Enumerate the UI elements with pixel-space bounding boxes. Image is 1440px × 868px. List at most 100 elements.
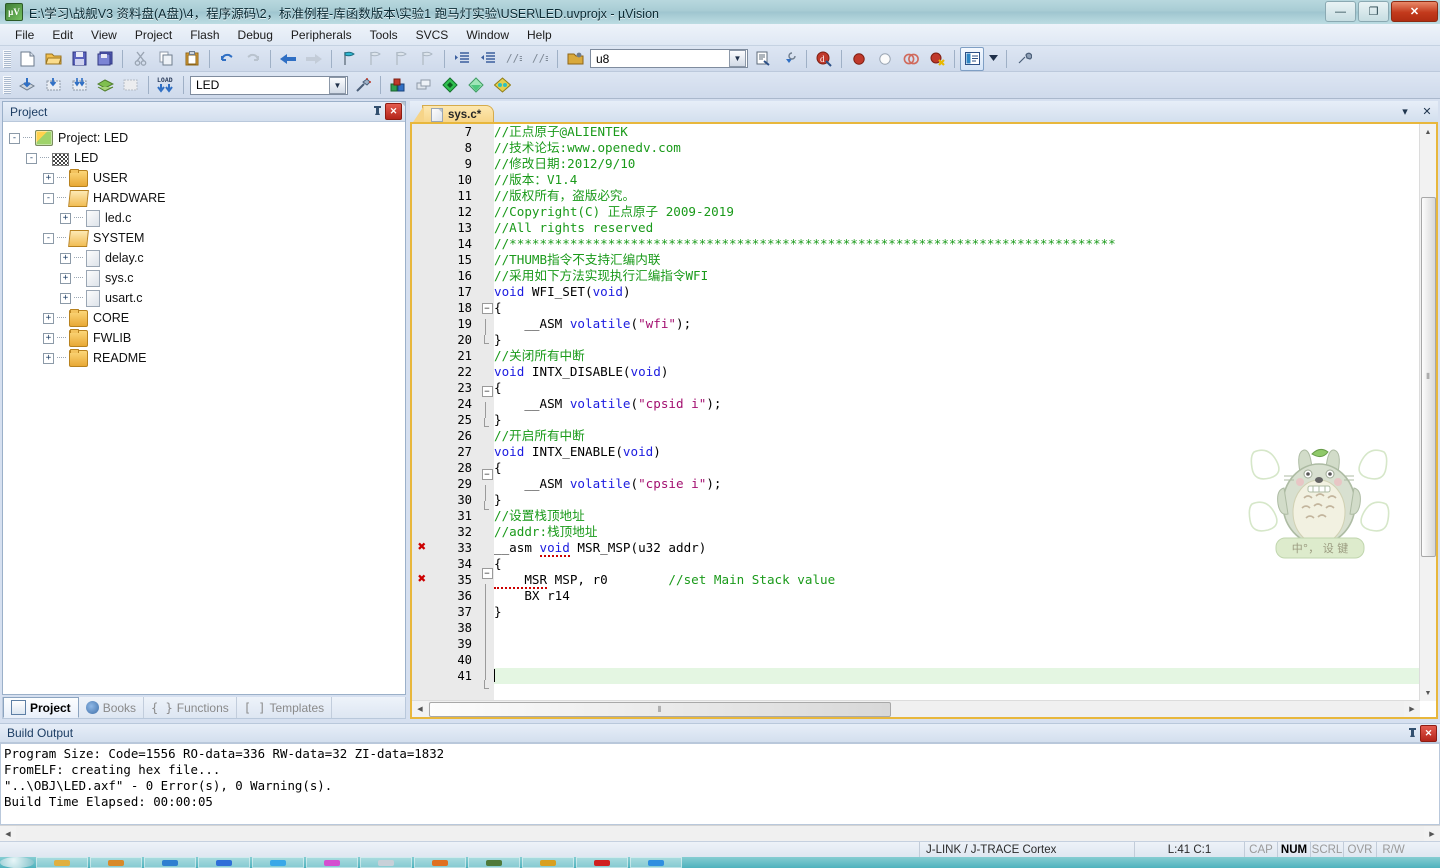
code-line[interactable]: void WFI_SET(void) bbox=[494, 284, 1420, 300]
save-icon[interactable] bbox=[67, 47, 91, 71]
code-line[interactable]: { bbox=[494, 300, 1420, 316]
translate-icon[interactable] bbox=[93, 73, 117, 97]
menu-view[interactable]: View bbox=[82, 26, 126, 44]
code-line[interactable]: } bbox=[494, 332, 1420, 348]
gutter-slot[interactable] bbox=[412, 492, 432, 508]
code-editor[interactable]: ✖ ✖ 7 8 9 10 11 12 13 14 15 16 17 18 19 20 21 22 23 24 25 26… bbox=[410, 122, 1438, 719]
window-dropdown-icon[interactable] bbox=[986, 47, 1001, 71]
gutter-slot[interactable] bbox=[412, 636, 432, 652]
code-line[interactable]: } bbox=[494, 412, 1420, 428]
error-marker-icon[interactable]: ✖ bbox=[412, 540, 432, 556]
start-debug-session-icon[interactable]: d bbox=[812, 47, 836, 71]
rebuild-icon[interactable] bbox=[41, 73, 65, 97]
panel-tab-books[interactable]: Books bbox=[79, 697, 145, 718]
configuration-wizard-icon[interactable] bbox=[1012, 47, 1036, 71]
document-tab-sys-c[interactable]: sys.c* bbox=[411, 105, 495, 124]
editor-tab-dropdown-icon[interactable]: ▾ bbox=[1398, 105, 1412, 118]
taskbar-item[interactable] bbox=[360, 857, 412, 868]
taskbar-item[interactable] bbox=[198, 857, 250, 868]
menu-project[interactable]: Project bbox=[126, 26, 181, 44]
expand-icon[interactable]: + bbox=[43, 352, 54, 364]
tree-item-readme[interactable]: + README bbox=[9, 348, 405, 368]
gutter-slot[interactable] bbox=[412, 268, 432, 284]
target-options-icon[interactable] bbox=[351, 73, 375, 97]
close-button[interactable]: ✕ bbox=[1391, 1, 1438, 22]
close-icon[interactable]: ✕ bbox=[385, 103, 402, 120]
tree-item-core[interactable]: + CORE bbox=[9, 308, 405, 328]
code-line[interactable]: //修改日期:2012/9/10 bbox=[494, 156, 1420, 172]
navigate-forward-icon[interactable] bbox=[302, 47, 326, 71]
code-line[interactable]: //Copyright(C) 正点原子 2009-2019 bbox=[494, 204, 1420, 220]
cut-icon[interactable] bbox=[128, 47, 152, 71]
gutter-slot[interactable] bbox=[412, 524, 432, 540]
toolbar-grip[interactable] bbox=[3, 76, 11, 94]
code-line[interactable] bbox=[494, 652, 1420, 668]
build-output-text[interactable]: Program Size: Code=1556 RO-data=336 RW-d… bbox=[0, 743, 1440, 825]
breakpoint-gutter[interactable]: ✖ ✖ bbox=[412, 124, 432, 701]
code-line[interactable]: __ASM volatile("cpsid i"); bbox=[494, 396, 1420, 412]
scroll-left-button[interactable]: ◀ bbox=[412, 701, 428, 717]
menu-debug[interactable]: Debug bbox=[229, 26, 282, 44]
taskbar-item[interactable] bbox=[630, 857, 682, 868]
save-all-icon[interactable] bbox=[93, 47, 117, 71]
bookmark-prev-icon[interactable] bbox=[363, 47, 387, 71]
menu-tools[interactable]: Tools bbox=[361, 26, 407, 44]
expand-icon[interactable]: + bbox=[43, 332, 54, 344]
scroll-down-button[interactable]: ▼ bbox=[1420, 685, 1436, 701]
scroll-up-button[interactable]: ▲ bbox=[1420, 124, 1436, 140]
code-line[interactable]: //**************************************… bbox=[494, 236, 1420, 252]
restore-button[interactable]: ❐ bbox=[1358, 1, 1389, 22]
code-line[interactable]: //THUMB指令不支持汇编内联 bbox=[494, 252, 1420, 268]
navigate-back-icon[interactable] bbox=[276, 47, 300, 71]
build-icon[interactable] bbox=[15, 73, 39, 97]
taskbar-item[interactable] bbox=[468, 857, 520, 868]
gutter-slot[interactable] bbox=[412, 508, 432, 524]
gutter-slot[interactable] bbox=[412, 348, 432, 364]
pin-icon[interactable] bbox=[370, 104, 385, 119]
download-to-flash-icon[interactable]: LOAD bbox=[154, 73, 178, 97]
menu-svcs[interactable]: SVCS bbox=[407, 26, 458, 44]
expand-icon[interactable]: + bbox=[43, 312, 54, 324]
menu-edit[interactable]: Edit bbox=[43, 26, 82, 44]
fold-marker[interactable]: − bbox=[480, 386, 494, 402]
gutter-slot[interactable] bbox=[412, 620, 432, 636]
vertical-scroll-thumb[interactable]: ⦀ bbox=[1421, 197, 1436, 557]
collapse-icon[interactable]: - bbox=[43, 232, 54, 244]
menu-window[interactable]: Window bbox=[457, 26, 518, 44]
toolbar-grip[interactable] bbox=[3, 49, 11, 68]
expand-icon[interactable]: + bbox=[60, 292, 71, 304]
taskbar-item[interactable] bbox=[306, 857, 358, 868]
incremental-find-icon[interactable] bbox=[777, 47, 801, 71]
gutter-slot[interactable] bbox=[412, 172, 432, 188]
uncomment-icon[interactable]: //≡ bbox=[528, 47, 552, 71]
gutter-slot[interactable] bbox=[412, 204, 432, 220]
tree-item-fwlib[interactable]: + FWLIB bbox=[9, 328, 405, 348]
gutter-slot[interactable] bbox=[412, 332, 432, 348]
gutter-slot[interactable] bbox=[412, 252, 432, 268]
gutter-slot[interactable] bbox=[412, 140, 432, 156]
close-icon[interactable]: ✕ bbox=[1420, 724, 1437, 742]
target-select-arrow[interactable]: ▼ bbox=[329, 76, 346, 94]
code-surface[interactable]: ✖ ✖ 7 8 9 10 11 12 13 14 15 16 17 18 19 20 21 22 23 24 25 26… bbox=[412, 124, 1420, 701]
panel-tab-templates[interactable]: [ ] Templates bbox=[237, 697, 333, 718]
code-line[interactable]: //正点原子@ALIENTEK bbox=[494, 124, 1420, 140]
code-folding-column[interactable]: − − − − bbox=[480, 124, 494, 701]
outdent-icon[interactable] bbox=[476, 47, 500, 71]
expand-icon[interactable]: + bbox=[60, 272, 71, 284]
gutter-slot[interactable] bbox=[412, 476, 432, 492]
copy-icon[interactable] bbox=[154, 47, 178, 71]
editor-vertical-scrollbar[interactable]: ▲ ⦀ ▼ bbox=[1419, 124, 1436, 701]
tree-item-usart.c[interactable]: + usart.c bbox=[9, 288, 405, 308]
start-button[interactable] bbox=[0, 857, 34, 868]
kill-all-breakpoints-icon[interactable] bbox=[925, 47, 949, 71]
code-line[interactable]: MSR MSP, r0 //set Main Stack value bbox=[494, 572, 1420, 589]
fold-marker[interactable]: − bbox=[480, 568, 494, 584]
code-line[interactable] bbox=[494, 668, 1420, 684]
gutter-slot[interactable] bbox=[412, 236, 432, 252]
select-software-packs-icon[interactable] bbox=[490, 73, 514, 97]
project-window-toggle-icon[interactable] bbox=[960, 46, 984, 71]
find-in-files-icon[interactable] bbox=[751, 47, 775, 71]
gutter-slot[interactable] bbox=[412, 188, 432, 204]
gutter-slot[interactable] bbox=[412, 156, 432, 172]
gutter-slot[interactable] bbox=[412, 460, 432, 476]
